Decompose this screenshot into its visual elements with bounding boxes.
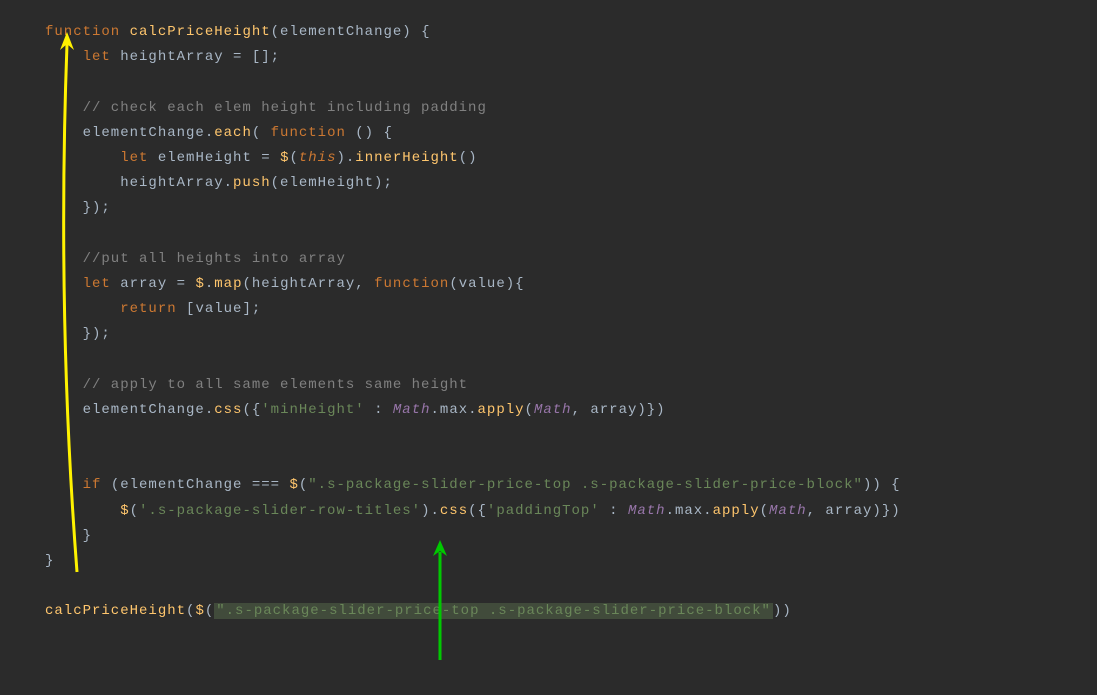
math-obj: Math	[534, 402, 572, 418]
dollar: $	[289, 477, 298, 493]
code-text: ({	[242, 402, 261, 418]
code-line	[45, 347, 1097, 372]
code-text: )) {	[863, 477, 901, 493]
comment: //put all heights into array	[45, 251, 346, 267]
code-line: let elemHeight = $(this).innerHeight()	[45, 146, 1097, 171]
code-line	[45, 70, 1097, 95]
code-text: , array)})	[807, 503, 901, 519]
code-text: elementChange.	[45, 402, 214, 418]
math-obj: Math	[769, 503, 807, 519]
math-obj: Math	[393, 402, 431, 418]
method-name: push	[233, 175, 271, 191]
code-line: $('.s-package-slider-row-titles').css({'…	[45, 499, 1097, 524]
code-line: return [value];	[45, 297, 1097, 322]
method-name: each	[214, 125, 252, 141]
method-name: apply	[713, 503, 760, 519]
code-line: let array = $.map(heightArray, function(…	[45, 272, 1097, 297]
code-line: function calcPriceHeight(elementChange) …	[45, 20, 1097, 45]
keyword-function: function	[45, 24, 120, 40]
code-text: (	[760, 503, 769, 519]
code-text: }	[45, 528, 92, 544]
code-text: ).	[336, 150, 355, 166]
code-text: (	[289, 150, 298, 166]
keyword-let: let	[83, 276, 111, 292]
code-line: let heightArray = [];	[45, 45, 1097, 70]
code-text: (elementChange) {	[271, 24, 431, 40]
code-line	[45, 222, 1097, 247]
keyword-return: return	[120, 301, 176, 317]
string-literal: '.s-package-slider-row-titles'	[139, 503, 421, 519]
method-name: apply	[478, 402, 525, 418]
code-text: (	[205, 603, 214, 619]
method-name: innerHeight	[355, 150, 458, 166]
keyword-function: function	[374, 276, 449, 292]
code-text: (value){	[449, 276, 524, 292]
code-line: // check each elem height including padd…	[45, 96, 1097, 121]
code-text: (	[525, 402, 534, 418]
keyword-this: this	[299, 150, 337, 166]
comment: // check each elem height including padd…	[45, 100, 487, 116]
code-text: ()	[459, 150, 478, 166]
code-text: });	[45, 200, 111, 216]
code-line: if (elementChange === $(".s-package-slid…	[45, 473, 1097, 498]
code-line: // apply to all same elements same heigh…	[45, 373, 1097, 398]
code-text: ).	[421, 503, 440, 519]
code-text: elementChange.	[45, 125, 214, 141]
code-text: () {	[346, 125, 393, 141]
code-line	[45, 423, 1097, 448]
code-text: .max.	[431, 402, 478, 418]
code-line	[45, 574, 1097, 599]
code-text: (	[252, 125, 271, 141]
code-line	[45, 448, 1097, 473]
string-literal-highlighted: ".s-package-slider-price-top .s-package-…	[214, 603, 773, 619]
code-text: (elemHeight);	[271, 175, 393, 191]
code-text: , array)})	[572, 402, 666, 418]
method-name: css	[214, 402, 242, 418]
code-text: (heightArray,	[242, 276, 374, 292]
code-text: (	[299, 477, 308, 493]
code-line: });	[45, 196, 1097, 221]
string-literal: 'minHeight'	[261, 402, 364, 418]
dollar: $	[195, 603, 204, 619]
code-text: });	[45, 326, 111, 342]
code-text: .max.	[666, 503, 713, 519]
string-literal: 'paddingTop'	[487, 503, 600, 519]
keyword-if: if	[83, 477, 102, 493]
code-line: heightArray.push(elemHeight);	[45, 171, 1097, 196]
function-name: calcPriceHeight	[130, 24, 271, 40]
code-text: (elementChange ===	[101, 477, 289, 493]
method-name: map	[214, 276, 242, 292]
code-line: }	[45, 524, 1097, 549]
code-line: }	[45, 549, 1097, 574]
code-text: [value];	[177, 301, 262, 317]
code-text: (	[130, 503, 139, 519]
keyword-let: let	[83, 49, 111, 65]
code-text: :	[365, 402, 393, 418]
code-text: elemHeight =	[148, 150, 280, 166]
code-line: elementChange.css({'minHeight' : Math.ma…	[45, 398, 1097, 423]
keyword-let: let	[120, 150, 148, 166]
comment: // apply to all same elements same heigh…	[45, 377, 468, 393]
code-text: }	[45, 553, 54, 569]
string-literal: ".s-package-slider-price-top .s-package-…	[308, 477, 863, 493]
dollar: $	[195, 276, 204, 292]
code-line: });	[45, 322, 1097, 347]
function-call: calcPriceHeight	[45, 603, 186, 619]
code-text: ))	[773, 603, 792, 619]
code-text: heightArray = [];	[111, 49, 280, 65]
code-line: //put all heights into array	[45, 247, 1097, 272]
code-line: elementChange.each( function () {	[45, 121, 1097, 146]
code-text: .	[205, 276, 214, 292]
code-text: heightArray.	[45, 175, 233, 191]
dollar: $	[120, 503, 129, 519]
method-name: css	[440, 503, 468, 519]
code-line: calcPriceHeight($(".s-package-slider-pri…	[45, 599, 1097, 624]
code-text: array =	[111, 276, 196, 292]
code-editor[interactable]: function calcPriceHeight(elementChange) …	[0, 20, 1097, 625]
code-text: ({	[468, 503, 487, 519]
math-obj: Math	[628, 503, 666, 519]
keyword-function: function	[271, 125, 346, 141]
code-text: :	[600, 503, 628, 519]
